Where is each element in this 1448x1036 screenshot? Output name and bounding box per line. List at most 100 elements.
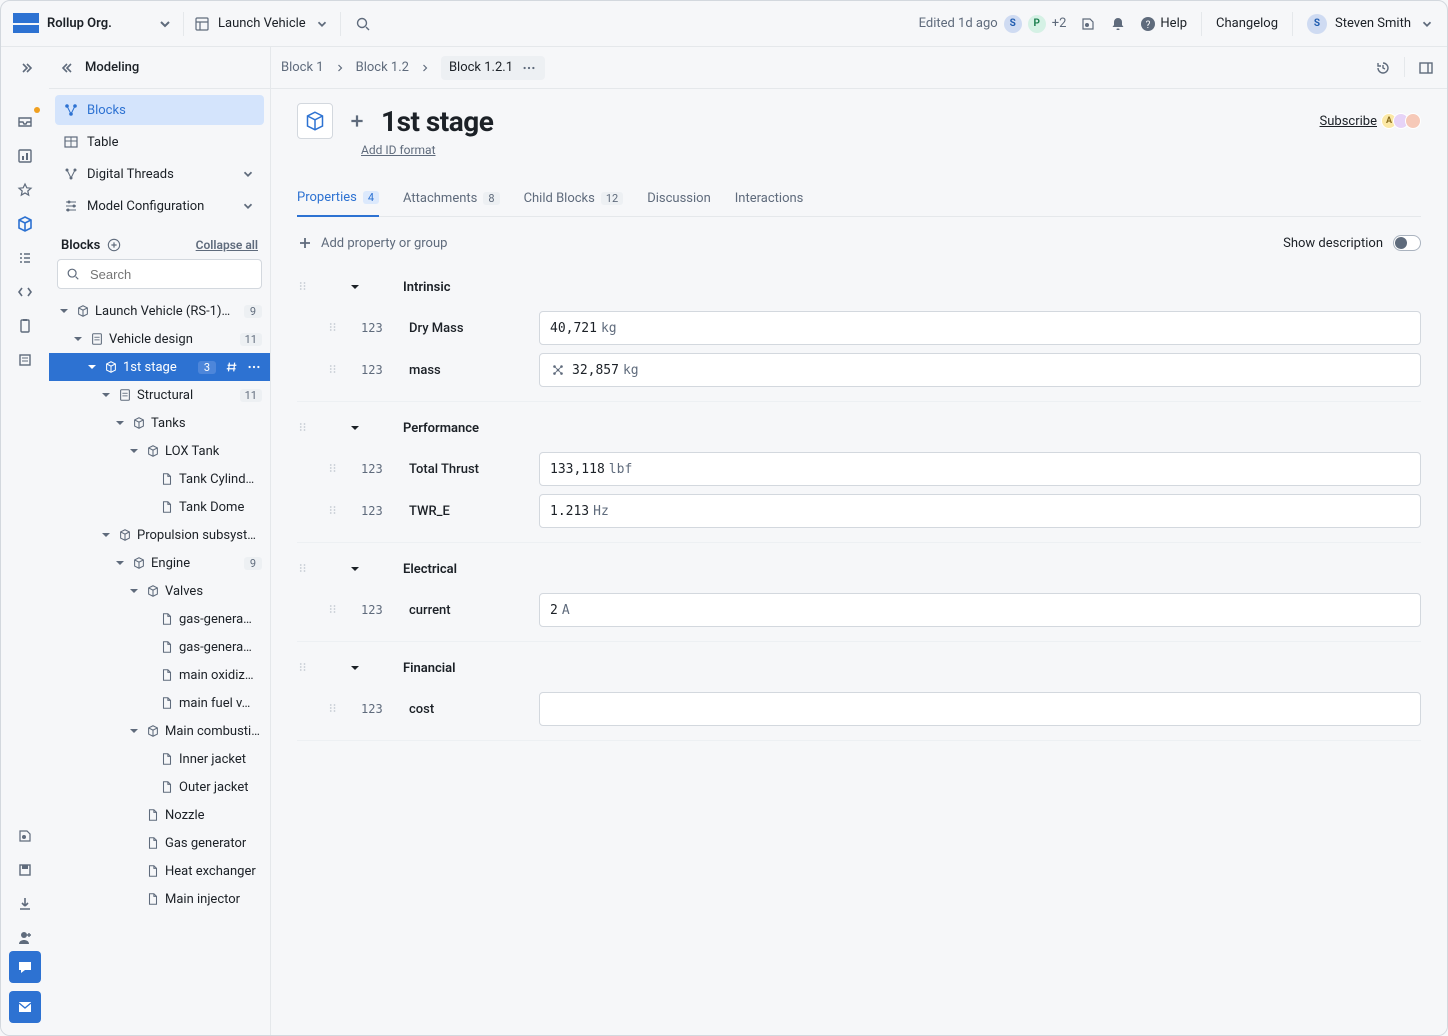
group-toggle-icon[interactable] bbox=[347, 660, 363, 676]
collapse-sidepanel-icon[interactable] bbox=[61, 60, 77, 76]
tab-attachments[interactable]: Attachments 8 bbox=[403, 180, 500, 216]
rail-mail[interactable] bbox=[9, 991, 41, 1023]
search-button[interactable] bbox=[351, 16, 375, 32]
tree-row[interactable]: 1st stage3 bbox=[49, 353, 270, 381]
add-block-icon[interactable] bbox=[106, 237, 122, 253]
tree-toggle-icon[interactable] bbox=[71, 332, 85, 346]
row-more-icon[interactable] bbox=[246, 359, 262, 375]
property-value-input[interactable]: 2 A bbox=[539, 593, 1421, 627]
tree-row[interactable]: Propulsion subsyst… bbox=[49, 521, 270, 549]
sidepanel-item-blocks[interactable]: Blocks bbox=[55, 95, 264, 125]
tree-toggle-icon[interactable] bbox=[85, 360, 99, 374]
help-link[interactable]: ? Help bbox=[1140, 16, 1187, 32]
tree-row[interactable]: Outer jacket bbox=[49, 773, 270, 801]
add-property-button[interactable]: Add property or group bbox=[297, 235, 447, 251]
drag-handle-icon[interactable] bbox=[327, 702, 341, 716]
tree-toggle-icon[interactable] bbox=[127, 444, 141, 458]
drag-handle-icon[interactable] bbox=[297, 421, 311, 435]
rail-page[interactable] bbox=[7, 343, 43, 377]
search-input[interactable] bbox=[88, 266, 268, 283]
collapse-all-link[interactable]: Collapse all bbox=[196, 238, 258, 252]
more-icon[interactable] bbox=[521, 60, 537, 76]
branch-icon[interactable] bbox=[1080, 16, 1096, 32]
rail-add-user[interactable] bbox=[7, 921, 43, 955]
tree-row[interactable]: Valves bbox=[49, 577, 270, 605]
org-switcher[interactable]: Rollup Org. bbox=[13, 13, 173, 35]
property-value-input[interactable]: 133,118 lbf bbox=[539, 452, 1421, 486]
rail-list[interactable] bbox=[7, 241, 43, 275]
tree-row[interactable]: Launch Vehicle (RS-1)…9 bbox=[49, 297, 270, 325]
drag-handle-icon[interactable] bbox=[297, 661, 311, 675]
sidepanel-item-threads[interactable]: Digital Threads bbox=[55, 159, 264, 189]
tree-row[interactable]: Main combusti… bbox=[49, 717, 270, 745]
rail-inbox[interactable] bbox=[7, 105, 43, 139]
rail-favorites[interactable] bbox=[7, 173, 43, 207]
add-id-format[interactable]: Add ID format bbox=[361, 143, 436, 157]
tree-row[interactable]: Gas generator bbox=[49, 829, 270, 857]
changelog-link[interactable]: Changelog bbox=[1216, 16, 1278, 31]
group-toggle-icon[interactable] bbox=[347, 561, 363, 577]
rail-save[interactable] bbox=[7, 853, 43, 887]
tree-row[interactable]: Inner jacket bbox=[49, 745, 270, 773]
drag-handle-icon[interactable] bbox=[327, 504, 341, 518]
property-value-input[interactable]: 1.213 Hz bbox=[539, 494, 1421, 528]
project-switcher[interactable]: Launch Vehicle bbox=[194, 16, 330, 32]
rail-clipboard[interactable] bbox=[7, 309, 43, 343]
tab-child-blocks[interactable]: Child Blocks 12 bbox=[524, 180, 624, 216]
rail-code[interactable] bbox=[7, 275, 43, 309]
notifications-icon[interactable] bbox=[1110, 16, 1126, 32]
block-search[interactable] bbox=[57, 259, 262, 289]
tree-row[interactable]: Tanks bbox=[49, 409, 270, 437]
tree-toggle-icon[interactable] bbox=[57, 304, 71, 318]
tree-row[interactable]: Tank Cylind… bbox=[49, 465, 270, 493]
tree-row[interactable]: main oxidiz… bbox=[49, 661, 270, 689]
rail-settings[interactable] bbox=[7, 819, 43, 853]
property-value-input[interactable]: 40,721 kg bbox=[539, 311, 1421, 345]
tree-toggle-icon[interactable] bbox=[99, 528, 113, 542]
tree-row[interactable]: gas-genera… bbox=[49, 633, 270, 661]
group-toggle-icon[interactable] bbox=[347, 279, 363, 295]
tree-row[interactable]: Engine9 bbox=[49, 549, 270, 577]
drag-handle-icon[interactable] bbox=[327, 603, 341, 617]
tree-toggle-icon[interactable] bbox=[99, 388, 113, 402]
subscribe-link[interactable]: Subscribe bbox=[1320, 114, 1377, 129]
block-icon[interactable] bbox=[297, 103, 333, 139]
history-button[interactable] bbox=[1372, 57, 1394, 79]
tree-toggle-icon[interactable] bbox=[113, 416, 127, 430]
crumb[interactable]: Block 1 bbox=[281, 60, 324, 75]
tree-row[interactable]: Structural11 bbox=[49, 381, 270, 409]
crumb[interactable]: Block 1.2 bbox=[356, 60, 409, 75]
tree-toggle-icon[interactable] bbox=[127, 724, 141, 738]
tree-row[interactable]: gas-genera… bbox=[49, 605, 270, 633]
tree-row[interactable]: main fuel v… bbox=[49, 689, 270, 717]
tab-discussion[interactable]: Discussion bbox=[647, 180, 711, 216]
hash-icon[interactable] bbox=[224, 359, 240, 375]
property-value-input[interactable] bbox=[539, 692, 1421, 726]
rail-download[interactable] bbox=[7, 887, 43, 921]
tree-toggle-icon[interactable] bbox=[127, 584, 141, 598]
tree-toggle-icon[interactable] bbox=[113, 556, 127, 570]
tab-properties[interactable]: Properties 4 bbox=[297, 180, 379, 217]
tree-row[interactable]: Tank Dome bbox=[49, 493, 270, 521]
drag-handle-icon[interactable] bbox=[297, 280, 311, 294]
tree-row[interactable]: LOX Tank bbox=[49, 437, 270, 465]
tree-row[interactable]: Main injector bbox=[49, 885, 270, 913]
crumb-current[interactable]: Block 1.2.1 bbox=[441, 56, 545, 80]
tree-row[interactable]: Heat exchanger bbox=[49, 857, 270, 885]
add-sibling-icon[interactable] bbox=[347, 111, 367, 131]
sidepanel-item-table[interactable]: Table bbox=[55, 127, 264, 157]
tree-row[interactable]: Nozzle bbox=[49, 801, 270, 829]
group-toggle-icon[interactable] bbox=[347, 420, 363, 436]
user-menu[interactable]: S Steven Smith bbox=[1307, 14, 1435, 34]
drag-handle-icon[interactable] bbox=[297, 562, 311, 576]
drag-handle-icon[interactable] bbox=[327, 321, 341, 335]
tree-row[interactable]: Vehicle design11 bbox=[49, 325, 270, 353]
drag-handle-icon[interactable] bbox=[327, 363, 341, 377]
rail-dashboard[interactable] bbox=[7, 139, 43, 173]
rail-expand[interactable] bbox=[7, 51, 43, 85]
rail-comment[interactable] bbox=[9, 951, 41, 983]
rail-modeling[interactable] bbox=[7, 207, 43, 241]
tab-interactions[interactable]: Interactions bbox=[735, 180, 804, 216]
sidepanel-item-config[interactable]: Model Configuration bbox=[55, 191, 264, 221]
drag-handle-icon[interactable] bbox=[327, 462, 341, 476]
